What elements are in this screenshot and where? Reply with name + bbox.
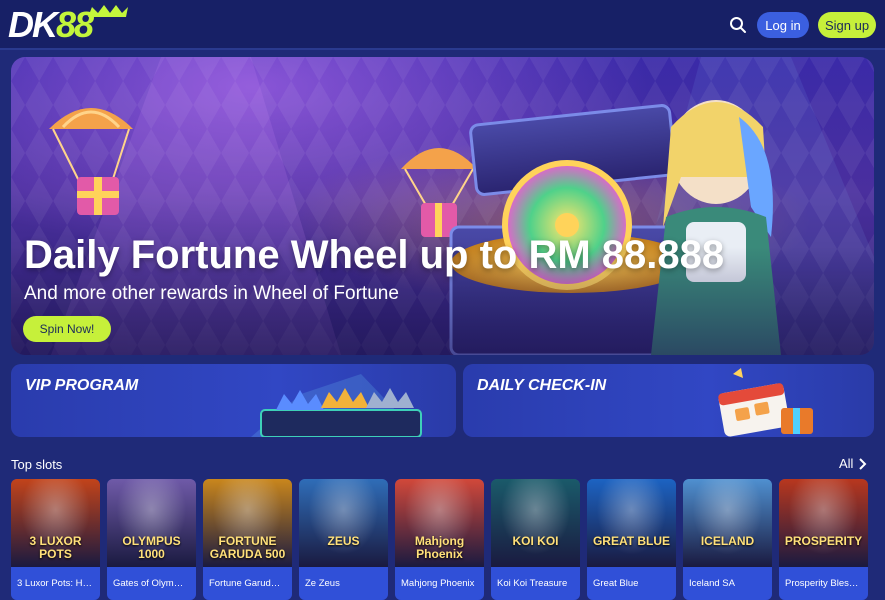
slot-game-thumbnail: KOI KOI — [491, 479, 580, 567]
hero-subtitle: And more other rewards in Wheel of Fortu… — [24, 283, 399, 304]
spin-now-button[interactable]: Spin Now! — [23, 316, 111, 342]
brand-logo[interactable]: DK88 — [8, 4, 128, 45]
slot-game-name: Mahjong Phoenix — [395, 567, 484, 600]
slot-game-thumbnail: FORTUNE GARUDA 500 — [203, 479, 292, 567]
hero-banner[interactable]: Daily Fortune Wheel up to RM 88.888 And … — [11, 57, 874, 355]
slot-game-logo: PROSPERITY — [784, 534, 863, 548]
slot-game-logo: ICELAND — [700, 534, 755, 548]
slot-game-name: Fortune Garud… — [203, 567, 292, 600]
slot-game-card[interactable]: FORTUNE GARUDA 500 Fortune Garud… — [203, 479, 292, 600]
slot-game-logo: Mahjong Phoenix — [414, 534, 465, 561]
slot-game-name: Great Blue — [587, 567, 676, 600]
all-slots-link[interactable]: All — [839, 456, 867, 471]
slot-game-thumbnail: ZEUS — [299, 479, 388, 567]
slot-game-card[interactable]: ZEUS Ze Zeus — [299, 479, 388, 600]
slot-game-card[interactable]: PROSPERITY Prosperity Bles… — [779, 479, 868, 600]
search-button[interactable] — [726, 13, 750, 37]
daily-checkin-title: DAILY CHECK-IN — [477, 377, 607, 394]
slot-game-thumbnail: ICELAND — [683, 479, 772, 567]
slot-game-card[interactable]: ICELAND Iceland SA — [683, 479, 772, 600]
parachute-gift-center — [401, 148, 477, 237]
search-icon — [730, 17, 746, 33]
slot-game-thumbnail: Mahjong Phoenix — [395, 479, 484, 567]
top-slots-title: Top slots — [11, 457, 63, 472]
slot-game-logo: ZEUS — [327, 534, 360, 548]
vip-chest-illustration — [251, 374, 422, 437]
slot-game-name: Prosperity Bles… — [779, 567, 868, 600]
slot-game-logo: GREAT BLUE — [592, 534, 671, 548]
slot-game-card[interactable]: 3 LUXOR POTS 3 Luxor Pots: H… — [11, 479, 100, 600]
slot-game-thumbnail: PROSPERITY — [779, 479, 868, 567]
crown-icon — [88, 5, 128, 17]
top-slots-row: 3 LUXOR POTS 3 Luxor Pots: H… OLYMPUS 1000… — [11, 479, 885, 600]
slot-game-thumbnail: OLYMPUS 1000 — [107, 479, 196, 567]
login-button[interactable]: Log in — [757, 12, 809, 38]
slot-game-logo: OLYMPUS 1000 — [122, 534, 181, 561]
checkin-calendar-illustration — [718, 368, 813, 437]
vip-program-title: VIP PROGRAM — [25, 377, 139, 394]
slot-game-card[interactable]: Mahjong Phoenix Mahjong Phoenix — [395, 479, 484, 600]
slot-game-name: Gates of Olym… — [107, 567, 196, 600]
top-bar: DK88 Log in Sign up — [0, 0, 885, 50]
logo-accent: 88 — [56, 4, 94, 45]
slot-game-logo: KOI KOI — [512, 534, 559, 548]
slot-game-card[interactable]: KOI KOI Koi Koi Treasure — [491, 479, 580, 600]
slot-game-logo: 3 LUXOR POTS — [29, 534, 82, 561]
slot-game-card[interactable]: GREAT BLUE Great Blue — [587, 479, 676, 600]
logo-text: DK88 — [8, 4, 94, 45]
slot-game-thumbnail: GREAT BLUE — [587, 479, 676, 567]
signup-button[interactable]: Sign up — [818, 12, 876, 38]
hero-title: Daily Fortune Wheel up to RM 88.888 — [24, 233, 725, 277]
slot-game-name: 3 Luxor Pots: H… — [11, 567, 100, 600]
slot-game-logo: FORTUNE GARUDA 500 — [209, 534, 286, 561]
vip-program-card[interactable]: VIP PROGRAM — [11, 364, 456, 437]
logo-main: DK — [8, 4, 58, 45]
slot-game-card[interactable]: OLYMPUS 1000 Gates of Olym… — [107, 479, 196, 600]
daily-checkin-card[interactable]: DAILY CHECK-IN — [463, 364, 874, 437]
chevron-right-icon — [859, 457, 867, 470]
slot-game-name: Ze Zeus — [299, 567, 388, 600]
all-link-label: All — [839, 456, 854, 471]
slot-game-name: Iceland SA — [683, 567, 772, 600]
slot-game-name: Koi Koi Treasure — [491, 567, 580, 600]
slot-game-thumbnail: 3 LUXOR POTS — [11, 479, 100, 567]
